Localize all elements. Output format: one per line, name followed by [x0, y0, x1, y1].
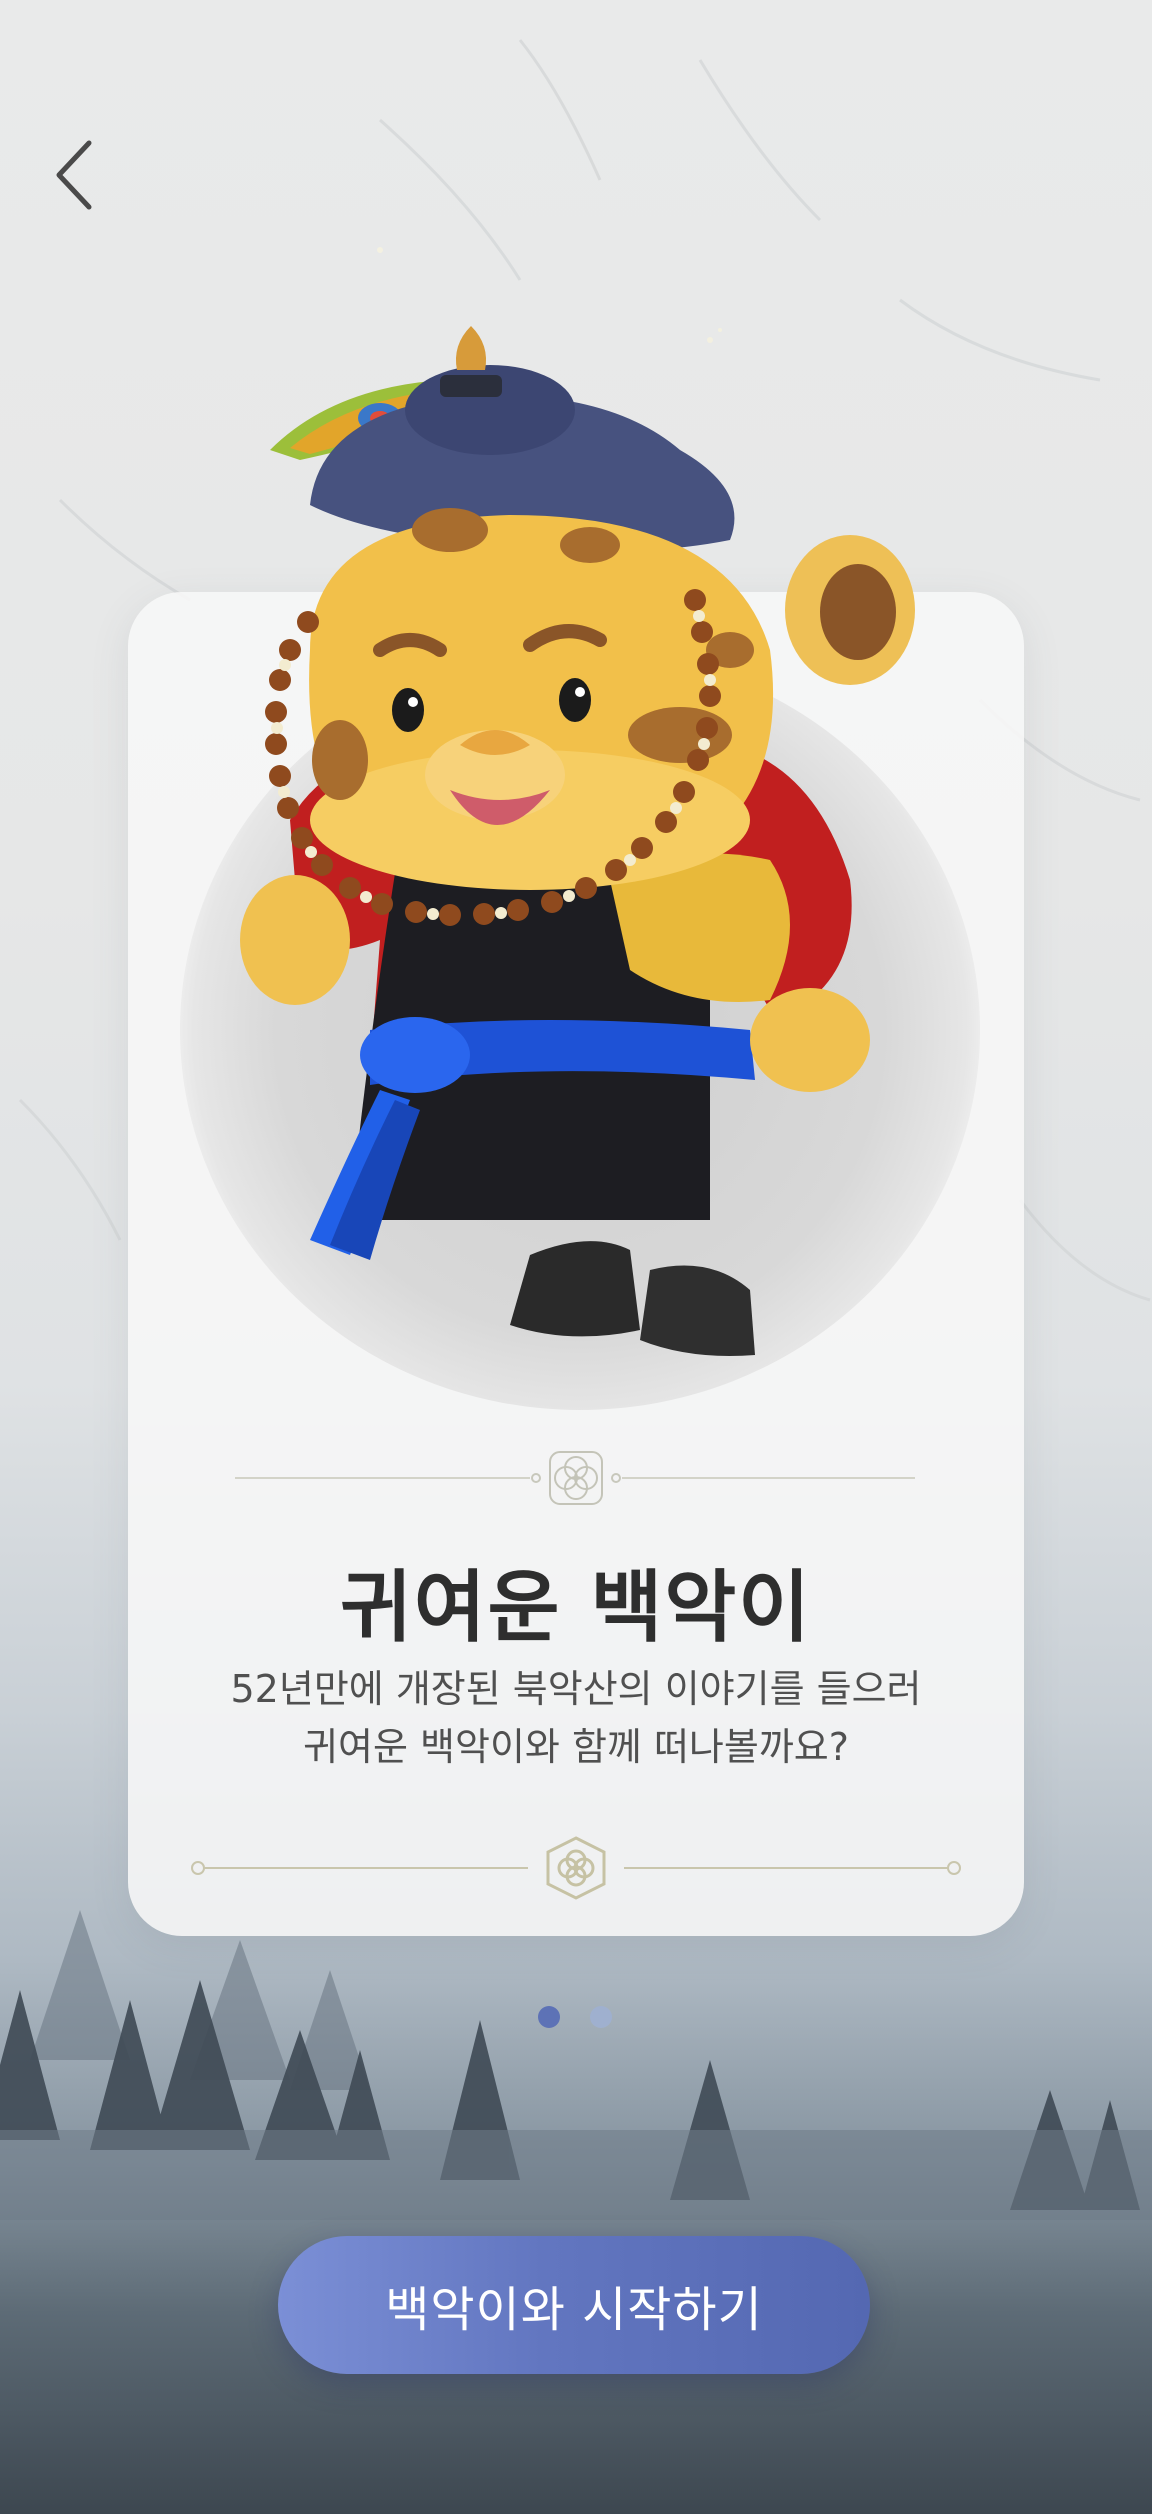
page-dot-2[interactable] [590, 2006, 612, 2028]
flower-ornament-icon [549, 1451, 603, 1505]
pagination-dots [0, 2006, 1152, 2030]
back-button[interactable] [40, 130, 110, 220]
chevron-left-icon [56, 140, 92, 210]
description-line-1: 52년만에 개장된 북악산의 이야기를 들으러 [230, 1667, 922, 1711]
description-line-2: 귀여운 백악이와 함께 떠나볼까요? [303, 1725, 849, 1769]
pine-forest-background [0, 1910, 1152, 2220]
top-ornament-divider [235, 1451, 915, 1505]
card-title: 귀여운 백악이 [340, 1563, 812, 1653]
card-description: 52년만에 개장된 북악산의 이야기를 들으러 귀여운 백악이와 함께 떠나볼까… [128, 1660, 1024, 1776]
page-dot-1[interactable] [538, 2006, 560, 2028]
start-button-label: 백악이와 시작하기 [385, 2282, 763, 2338]
start-button[interactable]: 백악이와 시작하기 [278, 2236, 870, 2374]
mascot-character-image [240, 326, 915, 1356]
